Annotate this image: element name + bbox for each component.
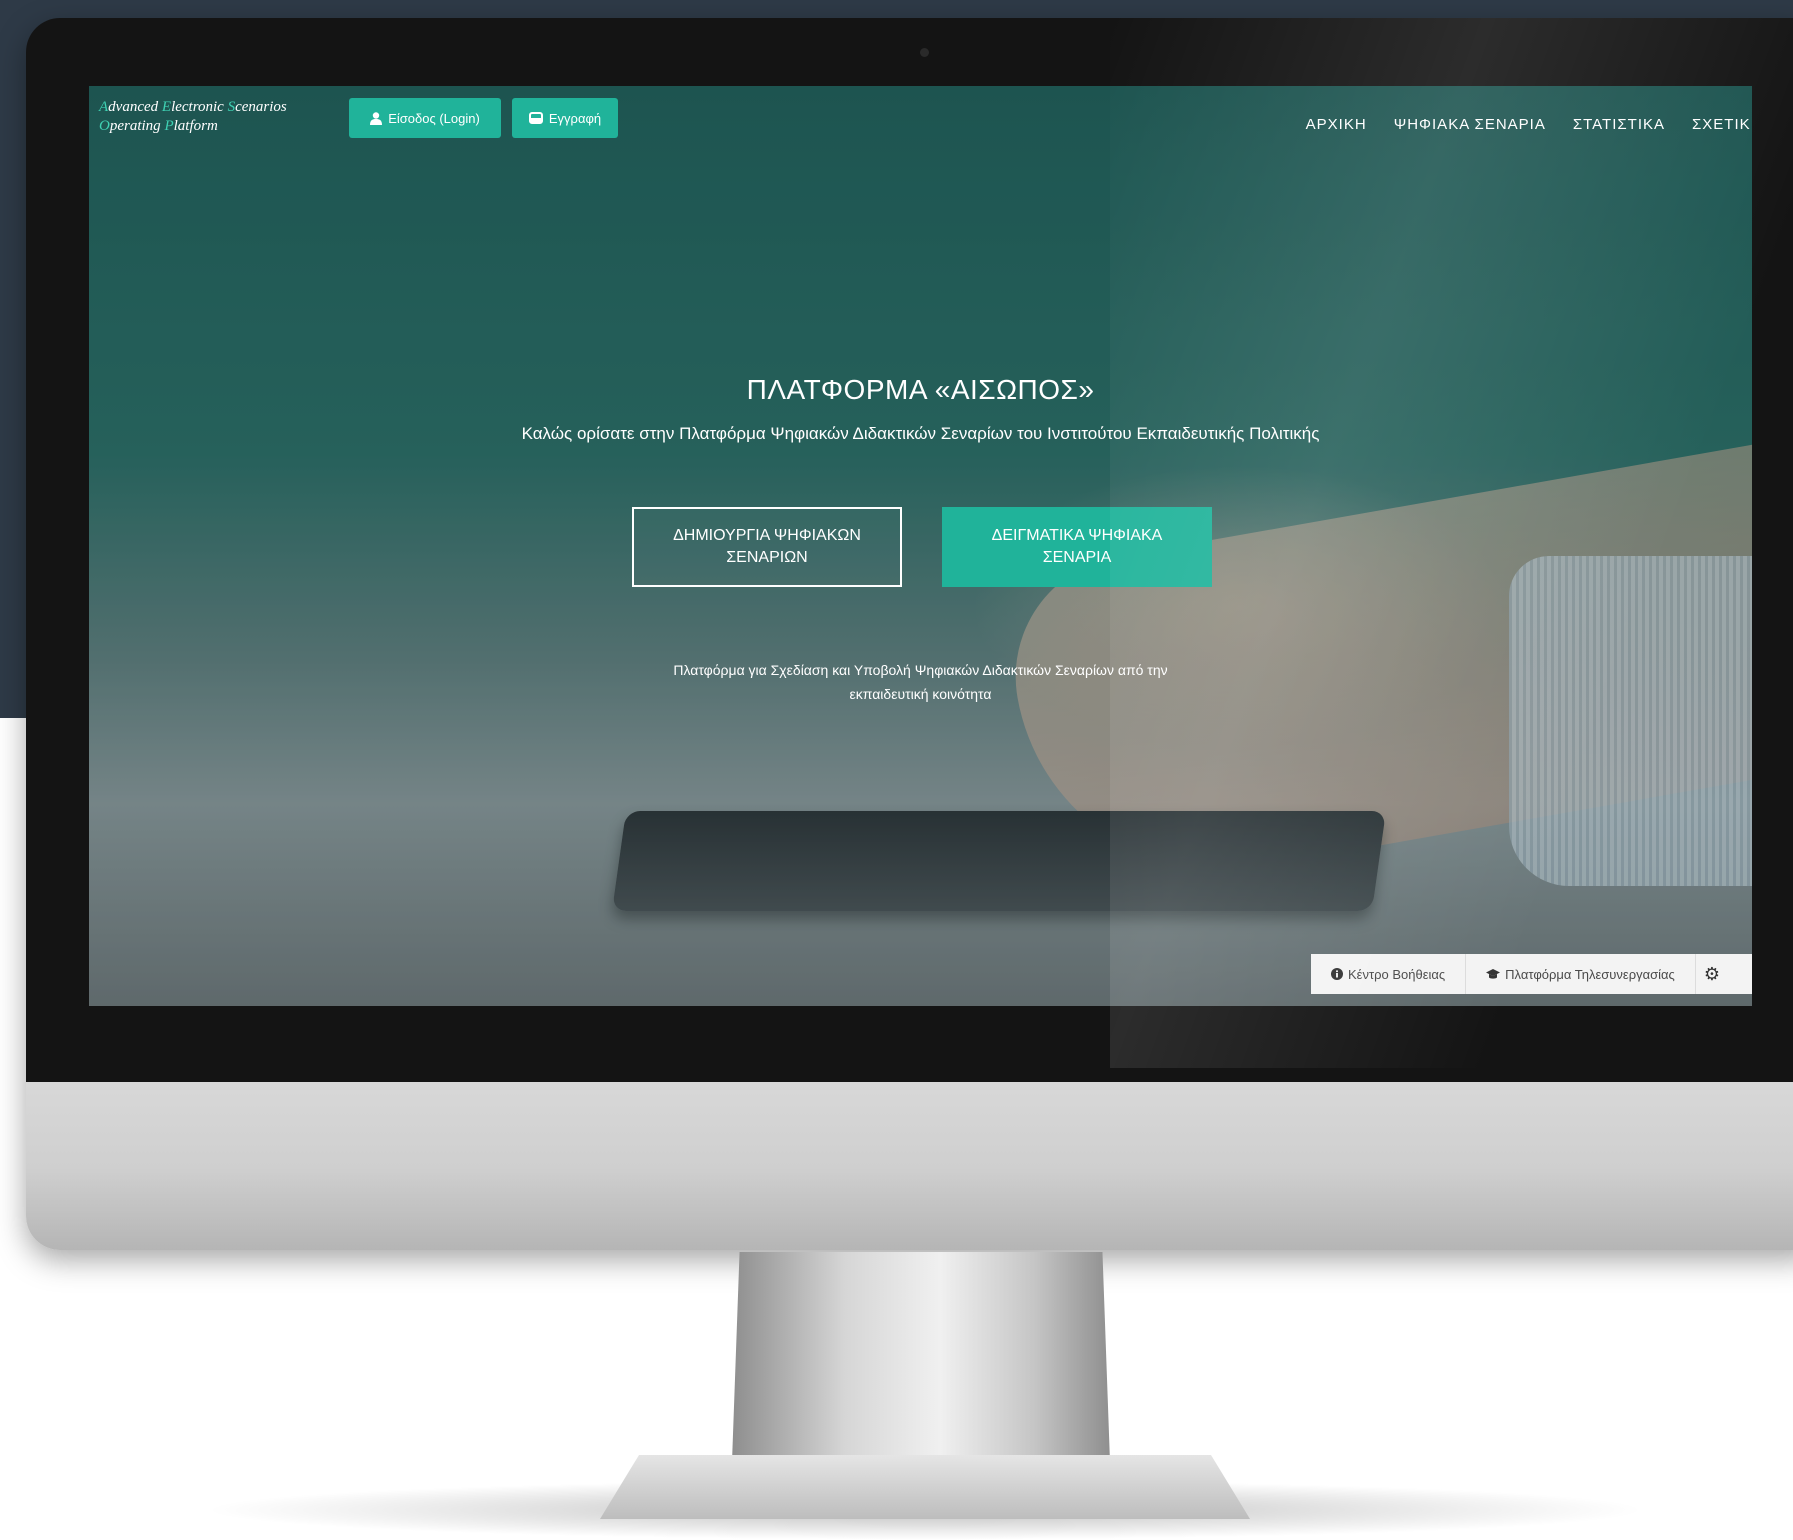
login-button[interactable]: Είσοδος (Login) xyxy=(349,98,501,138)
screen: Advanced Electronic Scenarios Operating … xyxy=(89,86,1752,1006)
collaboration-platform-link[interactable]: Πλατφόρμα Τηλεσυνεργασίας xyxy=(1466,954,1696,994)
logo-letter: A xyxy=(99,99,109,115)
hero-description-line: Πλατφόρμα για Σχεδίαση και Υποβολή Ψηφια… xyxy=(673,662,1168,678)
main-nav: ΑΡΧΙΚΗ ΨΗΦΙΑΚΑ ΣΕΝΑΡΙΑ ΣΤΑΤΙΣΤΙΚΑ ΣΧΕΤΙΚ xyxy=(1306,116,1752,133)
hero-overlay xyxy=(89,86,1752,1006)
info-icon xyxy=(1331,968,1343,980)
logo-word: perating xyxy=(109,118,165,134)
logo-letter: O xyxy=(99,118,110,134)
nav-item-statistics[interactable]: ΣΤΑΤΙΣΤΙΚΑ xyxy=(1573,116,1665,133)
hero-description: Πλατφόρμα για Σχεδίαση και Υποβολή Ψηφια… xyxy=(89,658,1752,706)
collaboration-platform-label: Πλατφόρμα Τηλεσυνεργασίας xyxy=(1505,966,1675,982)
logo-letter: S xyxy=(227,99,236,115)
logo-word: cenarios xyxy=(235,99,287,115)
register-label: Εγγραφή xyxy=(548,110,602,126)
logo-letter: P xyxy=(164,118,174,134)
logo-word: latform xyxy=(173,118,218,134)
create-scenarios-label: ΔΗΜΙΟΥΡΓΙΑ ΨΗΦΙΑΚΩΝ ΣΕΝΑΡΙΩΝ xyxy=(673,527,861,566)
logo-line-2: Operating Platform xyxy=(99,117,287,136)
logo-letter: E xyxy=(161,99,172,115)
create-scenarios-button[interactable]: ΔΗΜΙΟΥΡΓΙΑ ΨΗΦΙΑΚΩΝ ΣΕΝΑΡΙΩΝ xyxy=(632,507,902,587)
register-button[interactable]: Εγγραφή xyxy=(512,98,618,138)
nav-item-about[interactable]: ΣΧΕΤΙΚ xyxy=(1692,116,1752,133)
bottom-help-bar: Κέντρο Βοήθειας Πλατφόρμα Τηλεσυνεργασία… xyxy=(1311,954,1752,994)
hero-title: ΠΛΑΤΦΟΡΜΑ «ΑΙΣΩΠΟΣ» xyxy=(746,374,1095,405)
help-center-label: Κέντρο Βοήθειας xyxy=(1348,966,1446,982)
graduation-cap-icon xyxy=(1486,968,1501,979)
help-center-link[interactable]: Κέντρο Βοήθειας xyxy=(1311,954,1467,994)
sample-scenarios-label: ΔΕΙΓΜΑΤΙΚΑ ΨΗΦΙΑΚΑ ΣΕΝΑΡΙΑ xyxy=(991,527,1163,566)
site-logo[interactable]: Advanced Electronic Scenarios Operating … xyxy=(99,98,287,136)
nav-item-home[interactable]: ΑΡΧΙΚΗ xyxy=(1306,116,1367,133)
logo-line-1: Advanced Electronic Scenarios xyxy=(99,98,287,117)
login-label: Είσοδος (Login) xyxy=(388,110,480,126)
sample-scenarios-button[interactable]: ΔΕΙΓΜΑΤΙΚΑ ΨΗΦΙΑΚΑ ΣΕΝΑΡΙΑ xyxy=(942,507,1212,587)
hero-subtitle: Καλώς ορίσατε στην Πλατφόρμα Ψηφιακών Δι… xyxy=(521,424,1320,443)
hero-description-line: εκπαιδευτική κοινότητα xyxy=(849,686,992,702)
camera-dot xyxy=(920,48,929,57)
inbox-icon xyxy=(528,112,543,124)
monitor-stand-neck xyxy=(732,1252,1110,1462)
nav-item-digital-scenarios[interactable]: ΨΗΦΙΑΚΑ ΣΕΝΑΡΙΑ xyxy=(1394,116,1546,133)
logo-word: dvanced xyxy=(108,99,162,115)
gear-icon[interactable]: ⚙ xyxy=(1696,964,1728,985)
logo-word: lectronic xyxy=(171,99,228,115)
monitor-stand-base xyxy=(600,1455,1250,1519)
user-icon xyxy=(370,111,383,125)
